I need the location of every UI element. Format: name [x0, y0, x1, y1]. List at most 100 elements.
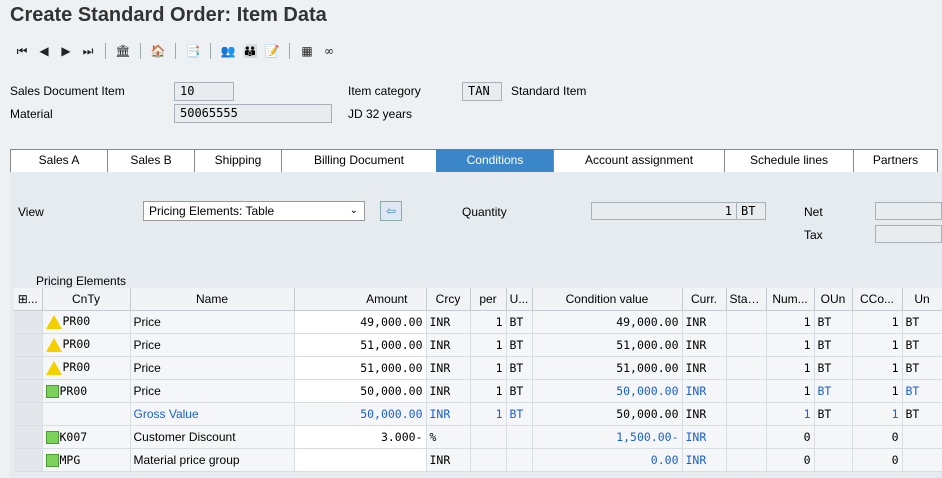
per-cell — [470, 425, 507, 449]
table-row[interactable]: K007 Customer Discount 3.000-% 1,500.00- INR… — [14, 425, 942, 449]
amount-cell[interactable]: 3.000- — [294, 425, 427, 449]
condition-value-cell: 50,000.00 — [532, 402, 683, 426]
material-label: Material — [10, 107, 53, 121]
oun-cell — [814, 425, 853, 449]
item-category-text: Standard Item — [511, 84, 587, 98]
row-selector[interactable] — [14, 402, 43, 426]
name-cell: Price — [130, 333, 295, 357]
first-item-icon[interactable]: ⏮ — [14, 43, 30, 59]
tab-partners[interactable]: Partners — [853, 149, 938, 172]
un-cell: BT — [902, 379, 942, 403]
uom-cell: BT — [506, 356, 533, 380]
amount-cell[interactable] — [294, 448, 427, 472]
cnty-cell: PR00 — [42, 356, 131, 380]
num-cell: 1 — [766, 356, 815, 380]
net-field[interactable] — [875, 202, 942, 220]
column-header-amount[interactable]: Amount — [294, 288, 427, 311]
toolbar-separator — [140, 43, 141, 59]
pricing-elements-grid: Pricing Elements ⊞... CnTy Name Amount C… — [14, 274, 942, 472]
cco-cell: 1 — [852, 310, 903, 334]
home-icon[interactable]: 🏠 — [150, 43, 166, 59]
amount-cell[interactable]: 51,000.00 — [294, 356, 427, 380]
row-selector[interactable] — [14, 310, 43, 334]
cnty-text: PR00 — [62, 337, 91, 352]
row-selector[interactable] — [14, 379, 43, 403]
item-category-field[interactable]: TAN — [462, 82, 502, 101]
back-arrow-button[interactable]: ⇦ — [380, 201, 402, 221]
amount-cell[interactable]: 50,000.00 — [294, 379, 427, 403]
column-header-uom[interactable]: U... — [506, 288, 533, 311]
calculator-icon[interactable]: ▦ — [299, 43, 315, 59]
oun-cell: BT — [814, 310, 853, 334]
column-header-name[interactable]: Name — [130, 288, 295, 311]
tab-billing-document[interactable]: Billing Document — [281, 149, 437, 172]
tab-shipping[interactable]: Shipping — [194, 149, 282, 172]
tab-sales-b[interactable]: Sales B — [107, 149, 195, 172]
column-header-cnty[interactable]: CnTy — [42, 288, 131, 311]
row-selector[interactable] — [14, 333, 43, 357]
tax-field[interactable] — [875, 225, 942, 243]
row-selector[interactable] — [14, 448, 43, 472]
previous-item-icon[interactable]: ◀ — [36, 43, 52, 59]
un-cell — [902, 448, 942, 472]
curr-cell: INR — [682, 310, 727, 334]
table-row[interactable]: PR00 Price 49,000.00 INR 1 BT 49,000.00 INR 1 BT 1… — [14, 310, 942, 334]
layout-icon[interactable]: ⊞ — [18, 292, 28, 306]
amount-cell[interactable]: 51,000.00 — [294, 333, 427, 357]
column-header-select[interactable]: ⊞... — [14, 288, 43, 311]
column-header-num[interactable]: Num... — [766, 288, 815, 311]
view-dropdown[interactable]: Pricing Elements: Table ⌄ — [143, 201, 365, 221]
table-row[interactable]: Gross Value 50,000.00 INR 1 BT 50,000.00 INR 1 B… — [14, 402, 942, 426]
per-cell: 1 — [470, 402, 507, 426]
column-header-curr[interactable]: Curr. — [682, 288, 727, 311]
status-cell — [726, 310, 767, 334]
num-cell: 0 — [766, 448, 815, 472]
num-cell: 1 — [766, 379, 815, 403]
table-row[interactable]: PR00 Price 51,000.00 INR 1 BT 51,000.00 INR 1 BT 1… — [14, 356, 942, 380]
document-flow-icon[interactable]: 📑 — [185, 43, 201, 59]
edit-document-icon[interactable]: 📝 — [264, 43, 280, 59]
condition-value-cell: 1,500.00- — [532, 425, 683, 449]
next-item-icon[interactable]: ▶ — [58, 43, 74, 59]
cnty-cell: PR00 — [42, 333, 131, 357]
table-row[interactable]: MPG Material price group INR 0.00 INR 0 0 — [14, 448, 942, 472]
table-header-row: ⊞... CnTy Name Amount Crcy per U... Cond… — [14, 288, 942, 311]
uom-cell: BT — [506, 333, 533, 357]
quantity-unit-field[interactable]: BT — [736, 202, 766, 220]
material-description: JD 32 years — [348, 107, 413, 121]
net-label: Net — [804, 205, 823, 219]
column-header-un[interactable]: Un — [902, 288, 942, 311]
sales-doc-item-field[interactable]: 10 — [174, 82, 234, 101]
cnty-cell: K007 — [42, 425, 131, 449]
table-row[interactable]: PR00 Price 51,000.00 INR 1 BT 51,000.00 INR 1 BT 1… — [14, 333, 942, 357]
uom-cell — [506, 448, 533, 472]
quantity-label: Quantity — [462, 205, 507, 219]
tab-sales-a[interactable]: Sales A — [10, 149, 108, 172]
per-cell: 1 — [470, 333, 507, 357]
row-selector[interactable] — [14, 425, 43, 449]
column-header-cco[interactable]: CCo... — [852, 288, 903, 311]
building-icon[interactable]: 🏛 — [115, 43, 131, 59]
toolbar-separator — [105, 43, 106, 59]
glasses-icon[interactable]: ∞ — [321, 43, 337, 59]
tab-schedule-lines[interactable]: Schedule lines — [724, 149, 854, 172]
material-field[interactable]: 50065555 — [174, 104, 332, 123]
partners-icon[interactable]: 👥 — [220, 43, 236, 59]
group-icon[interactable]: 👪 — [242, 43, 258, 59]
tab-conditions[interactable]: Conditions — [436, 149, 554, 172]
column-header-per[interactable]: per — [470, 288, 507, 311]
crcy-cell: INR — [426, 310, 471, 334]
column-header-status[interactable]: Status — [726, 288, 767, 311]
row-selector[interactable] — [14, 356, 43, 380]
amount-cell[interactable]: 49,000.00 — [294, 310, 427, 334]
view-dropdown-value: Pricing Elements: Table — [149, 204, 275, 218]
column-header-crcy[interactable]: Crcy — [426, 288, 471, 311]
column-header-condition-value[interactable]: Condition value — [532, 288, 683, 311]
column-header-oun[interactable]: OUn — [814, 288, 853, 311]
last-item-icon[interactable]: ⏭ — [80, 43, 96, 59]
tab-account-assignment[interactable]: Account assignment — [553, 149, 725, 172]
table-row[interactable]: PR00 Price 50,000.00 INR 1 BT 50,000.00 INR 1 BT 1… — [14, 379, 942, 403]
status-cell — [726, 356, 767, 380]
condition-value-cell: 0.00 — [532, 448, 683, 472]
quantity-field[interactable]: 1 — [591, 202, 737, 220]
